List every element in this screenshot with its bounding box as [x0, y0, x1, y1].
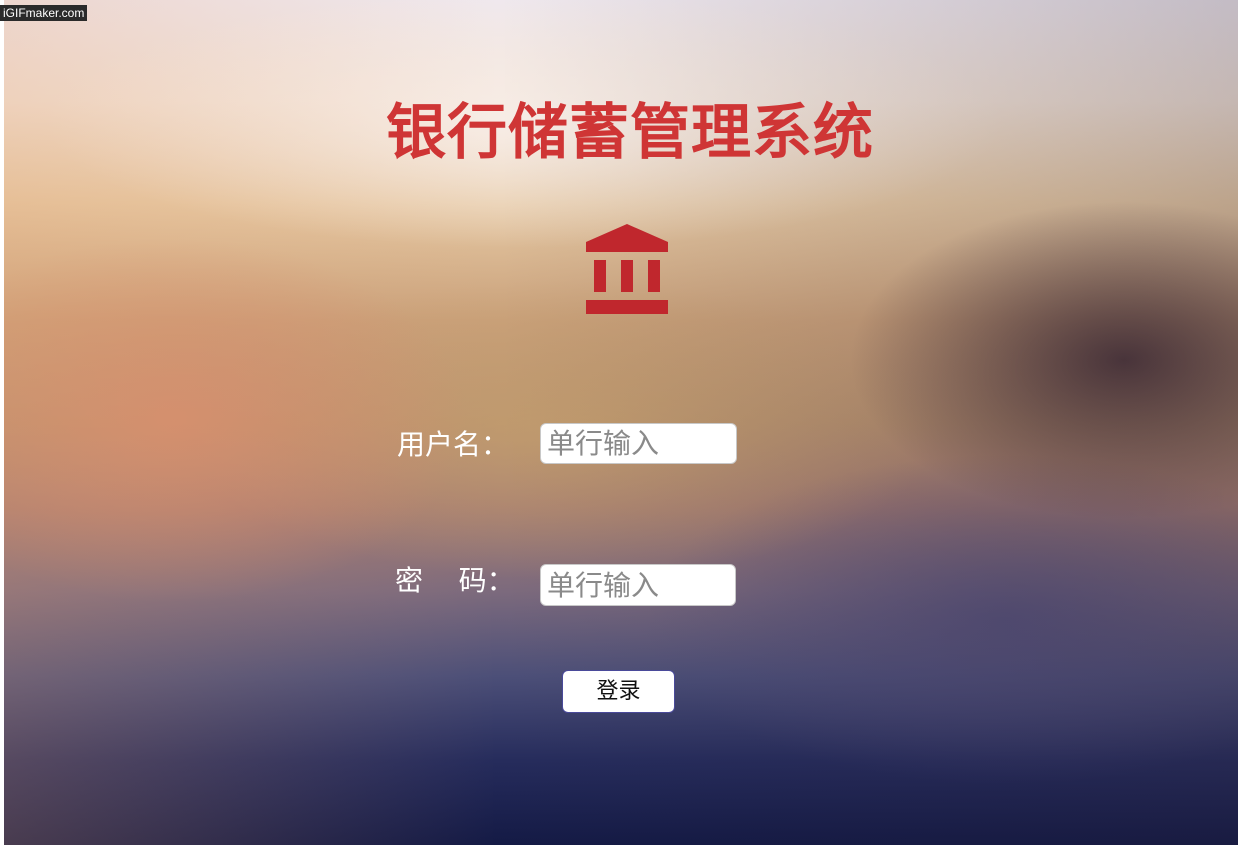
watermark-label: iGIFmaker.com — [0, 5, 88, 21]
username-input[interactable] — [540, 423, 737, 464]
password-label: 密 码： — [395, 564, 515, 597]
login-button[interactable]: 登录 — [562, 670, 675, 713]
password-input[interactable] — [540, 564, 736, 606]
login-page: iGIFmaker.com 银行储蓄管理系统 用户名： 密 码： 登录 — [0, 0, 1238, 845]
bank-icon — [586, 224, 668, 314]
page-title: 银行储蓄管理系统 — [386, 98, 874, 168]
username-label: 用户名： — [397, 428, 510, 461]
